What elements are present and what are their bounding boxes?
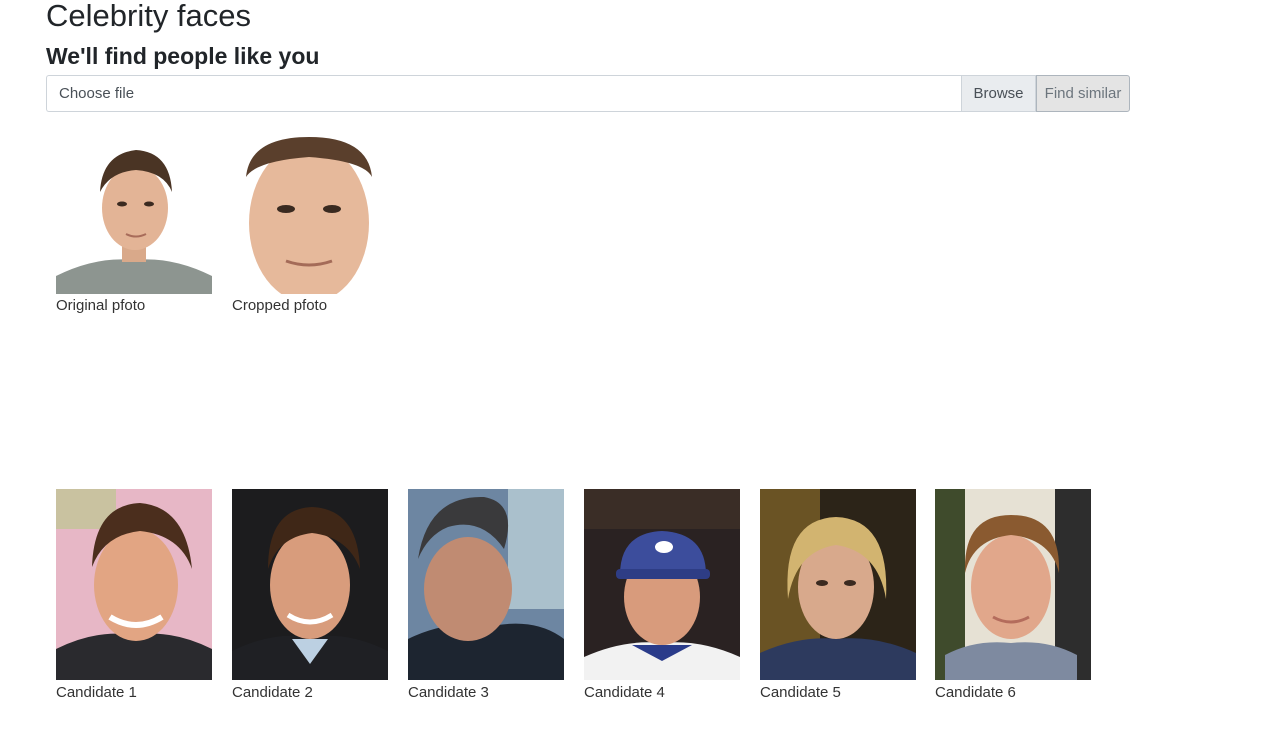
candidate-caption: Candidate 5 [760,684,841,701]
candidate-photo [232,489,388,680]
candidate-caption: Candidate 3 [408,684,489,701]
candidate-photo [935,489,1091,680]
file-upload-group: Choose file Browse Find similar [46,75,1130,112]
candidate-caption: Candidate 6 [935,684,1016,701]
candidate-photo [584,489,740,680]
candidate-photo [56,489,212,680]
candidate-photo [760,489,916,680]
page-title: Celebrity faces [46,0,252,33]
candidate-caption: Candidate 2 [232,684,313,701]
cropped-photo-caption: Cropped pfoto [232,297,328,314]
candidate-photo [408,489,564,680]
cropped-photo [246,137,372,294]
file-input[interactable]: Choose file [46,75,961,112]
find-similar-button[interactable]: Find similar [1036,75,1130,112]
page-subtitle: We'll find people like you [46,43,320,69]
candidate-caption: Candidate 4 [584,684,665,701]
candidate-caption: Candidate 1 [56,684,137,701]
browse-button[interactable]: Browse [961,75,1036,112]
original-photo [56,138,212,294]
original-photo-caption: Original pfoto [56,297,146,314]
